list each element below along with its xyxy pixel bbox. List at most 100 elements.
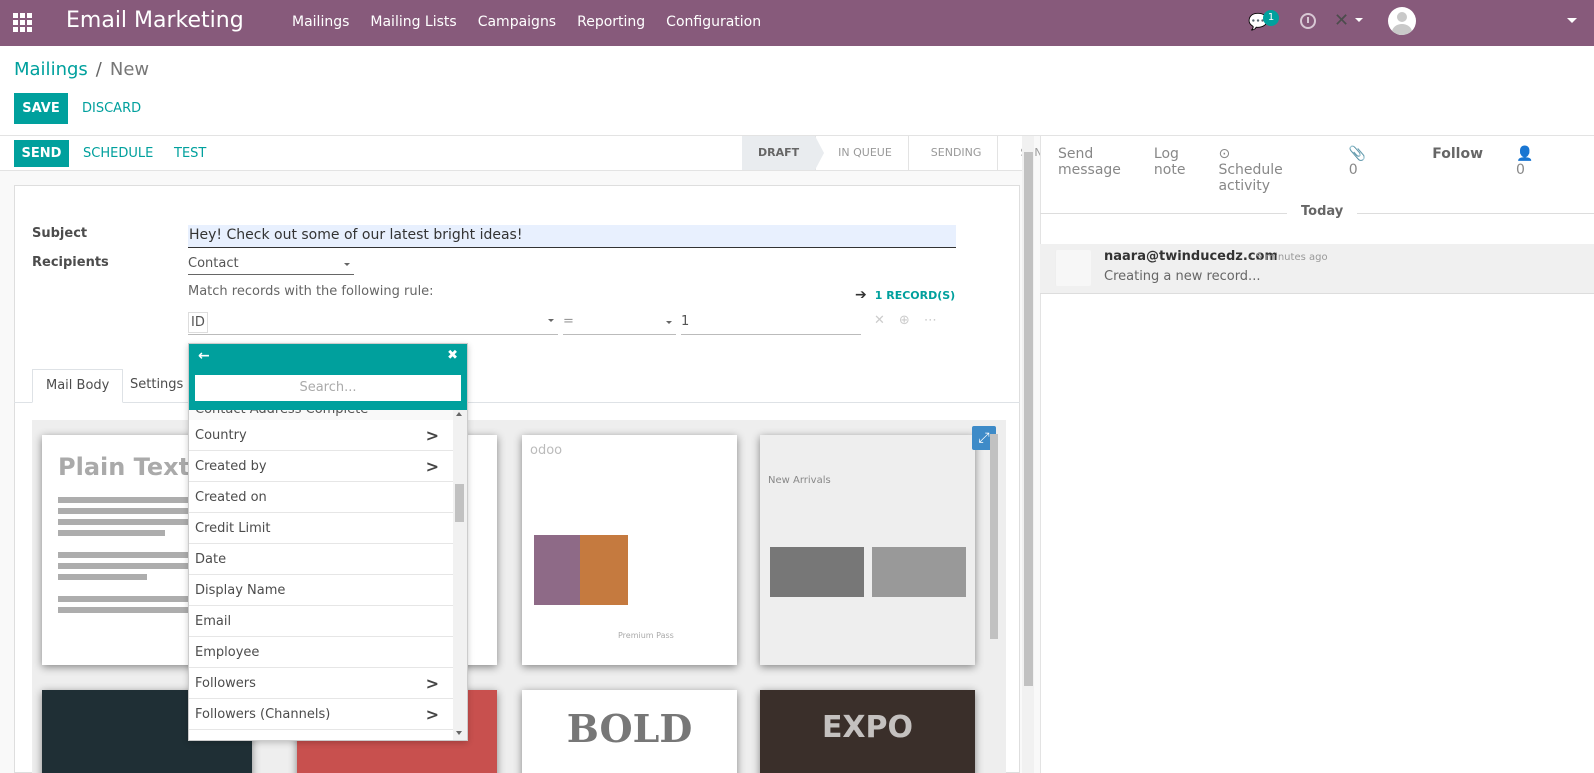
field-item-followers-channels[interactable]: Followers (Channels) >	[189, 699, 453, 730]
chevron-right-icon[interactable]: >	[426, 699, 439, 730]
tab-mail-body[interactable]: Mail Body	[32, 369, 124, 403]
rule-field-select[interactable]: ID	[188, 311, 558, 335]
field-selector-header: ← ✖ Search...	[189, 344, 467, 410]
scroll-up-icon[interactable]	[456, 412, 462, 416]
tab-settings[interactable]: Settings	[117, 369, 196, 403]
text-line	[58, 530, 165, 536]
follow-button[interactable]: Follow	[1432, 146, 1483, 194]
menu-reporting[interactable]: Reporting	[577, 14, 645, 30]
field-list: Contact Address Complete Country > Create…	[189, 410, 453, 740]
recipients-label: Recipients	[32, 255, 109, 270]
send-button[interactable]: SEND	[14, 140, 69, 167]
field-item-followers[interactable]: Followers >	[189, 668, 453, 699]
field-item-email[interactable]: Email	[189, 606, 453, 637]
close-icon[interactable]: ✖	[447, 348, 458, 363]
template-expo[interactable]: EXPO	[760, 690, 975, 773]
scroll-down-icon[interactable]	[456, 731, 462, 735]
form-scroll-thumb[interactable]	[1024, 152, 1033, 686]
main-menu: Mailings Mailing Lists Campaigns Reporti…	[292, 14, 782, 30]
template-arrivals-title: New Arrivals	[768, 475, 831, 486]
followers-button[interactable]: 👤 0	[1516, 146, 1566, 194]
rule-operator-value: =	[563, 314, 574, 329]
template-gallery: Plain Text odoo Premium Pass New Arrival…	[32, 420, 1006, 773]
field-item-credit-limit[interactable]: Credit Limit	[189, 513, 453, 544]
schedule-activity-button[interactable]: ⊙ Schedule activity	[1218, 146, 1315, 194]
menu-mailings[interactable]: Mailings	[292, 14, 349, 30]
field-item-created-by[interactable]: Created by >	[189, 451, 453, 482]
recipients-select[interactable]: Contact	[188, 253, 354, 275]
subject-label: Subject	[32, 226, 88, 241]
paperclip-icon: 📎	[1348, 146, 1367, 162]
message-date: - 5 minutes ago	[1249, 252, 1328, 263]
schedule-activity-label: Schedule activity	[1218, 162, 1283, 194]
text-line	[58, 574, 147, 580]
subject-input[interactable]: Hey! Check out some of our latest bright…	[188, 225, 956, 248]
followers-count: 0	[1516, 162, 1525, 178]
debug-tools-icon[interactable]: ✕	[1334, 10, 1349, 31]
field-item-display-name[interactable]: Display Name	[189, 575, 453, 606]
rule-value-input[interactable]: 1	[681, 311, 861, 335]
breadcrumb: Mailings / New	[14, 59, 149, 80]
template-new-arrivals[interactable]: New Arrivals	[760, 435, 975, 665]
field-item-created-on[interactable]: Created on	[189, 482, 453, 513]
tools-caret-icon[interactable]	[1355, 18, 1363, 22]
back-arrow-icon[interactable]: ←	[198, 348, 210, 364]
menu-campaigns[interactable]: Campaigns	[478, 14, 556, 30]
test-button[interactable]: TEST	[174, 146, 206, 161]
field-item-label: Employee	[195, 645, 260, 660]
stage-in-queue[interactable]: IN QUEUE	[815, 136, 908, 170]
menu-mailing-lists[interactable]: Mailing Lists	[370, 14, 456, 30]
template-scrollbar[interactable]	[990, 434, 998, 639]
breadcrumb-current: New	[109, 59, 150, 80]
activity-clock-icon[interactable]	[1300, 13, 1316, 29]
field-item-employee[interactable]: Employee	[189, 637, 453, 668]
user-avatar[interactable]	[1388, 7, 1416, 35]
stage-pipeline: DRAFT IN QUEUE SENDING SENT	[742, 136, 1065, 170]
field-item-label: Created by	[195, 459, 267, 474]
add-rule-icon[interactable]: ⊕	[899, 313, 910, 328]
user-menu-caret-icon[interactable]	[1567, 18, 1577, 23]
breadcrumb-separator: /	[95, 59, 102, 80]
chevron-right-icon[interactable]: >	[426, 451, 439, 482]
field-item-label: Country	[195, 428, 247, 443]
apps-menu-icon[interactable]	[13, 13, 32, 32]
message-avatar[interactable]	[1055, 250, 1091, 286]
clock-icon: ⊙	[1218, 146, 1231, 162]
discard-button[interactable]: DISCARD	[82, 101, 141, 116]
match-rule-text: Match records with the following rule:	[188, 284, 434, 299]
template-odoo-newsletter[interactable]: odoo Premium Pass	[522, 435, 737, 665]
field-item-date[interactable]: Date	[189, 544, 453, 575]
more-rule-icon[interactable]: ⋯	[924, 313, 937, 328]
text-line	[58, 607, 210, 613]
attachments-count: 0	[1348, 162, 1358, 178]
recipients-caret-icon	[344, 263, 350, 266]
template-bold[interactable]: BOLD	[522, 690, 737, 773]
schedule-button[interactable]: SCHEDULE	[83, 146, 153, 161]
text-line	[58, 519, 201, 525]
field-search-input[interactable]: Search...	[194, 374, 462, 402]
log-note-button[interactable]: Log note	[1154, 146, 1186, 194]
rule-field-caret-icon	[548, 319, 554, 322]
odoo-logo: odoo	[530, 443, 563, 458]
rule-operator-select[interactable]: =	[563, 311, 676, 335]
delete-rule-icon[interactable]: ✕	[874, 313, 885, 328]
field-item-label: Date	[195, 552, 227, 567]
template-premium-text: Premium Pass	[618, 631, 674, 640]
menu-configuration[interactable]: Configuration	[666, 14, 761, 30]
recipients-value: Contact	[188, 256, 239, 271]
field-list-scrollbar[interactable]	[453, 410, 467, 740]
chevron-right-icon[interactable]: >	[426, 668, 439, 699]
save-button[interactable]: SAVE	[14, 93, 68, 124]
stage-draft[interactable]: DRAFT	[742, 136, 825, 170]
breadcrumb-mailings[interactable]: Mailings	[14, 59, 88, 80]
attachments-button[interactable]: 📎 0	[1349, 146, 1399, 194]
records-link[interactable]: ➔ 1 RECORD(S)	[855, 287, 955, 303]
field-selector-popover: ← ✖ Search... Contact Address Complete C…	[188, 343, 468, 741]
template-image-flowers	[580, 535, 628, 605]
send-message-button[interactable]: Send message	[1058, 146, 1121, 194]
field-item-country[interactable]: Country >	[189, 420, 453, 451]
field-list-scroll-thumb[interactable]	[455, 484, 464, 522]
chevron-right-icon[interactable]: >	[426, 420, 439, 451]
field-item-partial[interactable]: Contact Address Complete	[189, 410, 453, 420]
stage-sending[interactable]: SENDING	[907, 136, 998, 170]
